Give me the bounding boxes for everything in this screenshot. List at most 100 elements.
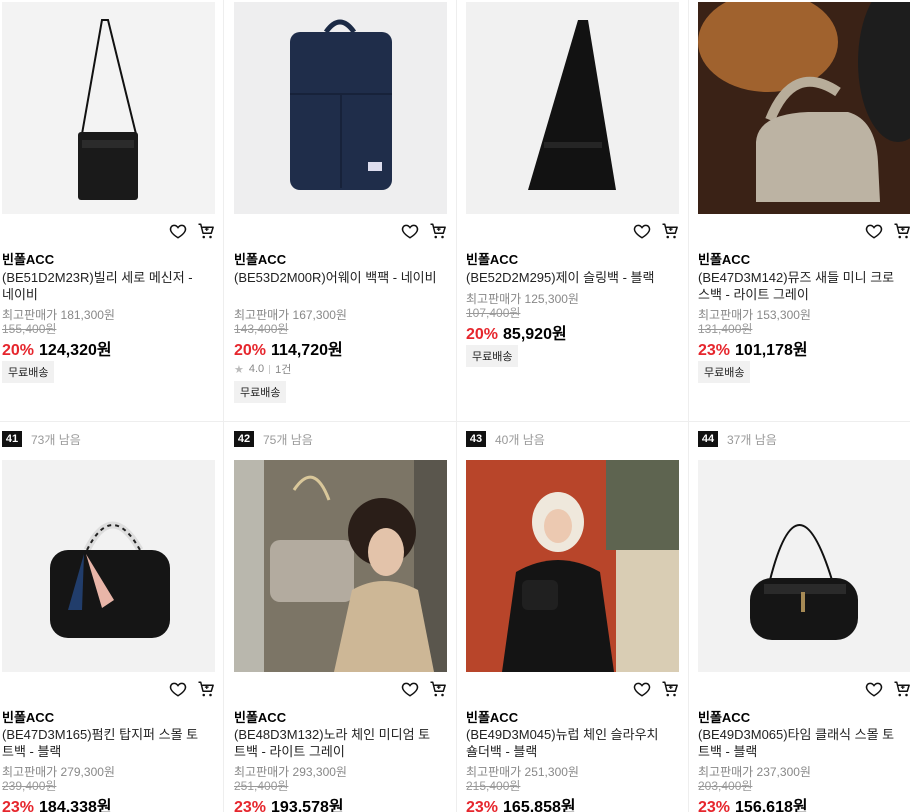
rank-badge: 44 [698,431,718,447]
free-shipping-badge: 무료배송 [234,381,287,403]
free-shipping-badge: 무료배송 [698,361,751,383]
free-shipping-badge: 무료배송 [2,361,55,383]
cart-icon[interactable] [197,222,215,240]
product-brand[interactable]: 빈폴ACC [2,707,54,726]
product-image[interactable] [698,460,910,672]
original-price: 155,400원 [2,322,57,336]
cart-icon[interactable] [197,680,215,698]
stock-remaining: 73개 남음 [31,432,81,447]
product-card[interactable]: 빈폴ACC (BE53D2M00R)어웨이 백팩 - 네이비 최고판매가 167… [234,0,447,420]
product-brand[interactable]: 빈폴ACC [234,249,286,268]
original-price: 251,400원 [234,779,289,793]
price-value: 85,920원 [503,326,567,343]
product-name[interactable]: (BE52D2M295)제이 슬링백 - 블랙 [466,269,671,286]
stock-remaining: 37개 남음 [727,432,777,447]
sale-price: 23% 156,618원 [698,793,808,812]
discount-rate: 20% [2,342,35,359]
product-brand[interactable]: 빈폴ACC [466,707,518,726]
heart-icon[interactable] [169,680,187,698]
sale-price: 20% 114,720원 [234,336,343,360]
product-brand[interactable]: 빈폴ACC [466,249,518,268]
original-price: 107,400원 [466,306,521,320]
product-actions [865,222,910,240]
product-card[interactable]: 빈폴ACC (BE51D2M23R)빌리 세로 메신저 - 네이비 최고판매가 … [2,0,215,420]
free-shipping-badge: 무료배송 [466,345,519,367]
heart-icon[interactable] [169,222,187,240]
product-brand[interactable]: 빈폴ACC [2,249,54,268]
product-card[interactable]: 43 40개 남음 빈폴ACC (BE49D3M045)뉴럽 체인 슬라우치 숄… [466,431,679,812]
product-card[interactable]: 빈폴ACC (BE52D2M295)제이 슬링백 - 블랙 최고판매가 125,… [466,0,679,420]
product-name[interactable]: (BE49D3M045)뉴럽 체인 슬라우치 숄더백 - 블랙 [466,726,671,760]
heart-icon[interactable] [401,680,419,698]
stock-remaining: 40개 남음 [495,432,545,447]
sale-price: 23% 101,178원 [698,336,808,360]
product-brand[interactable]: 빈폴ACC [698,707,750,726]
discount-rate: 23% [2,799,35,812]
product-name[interactable]: (BE47D3M165)펌킨 탑지퍼 스몰 토트백 - 블랙 [2,726,207,760]
rank-badge: 42 [234,431,254,447]
product-name[interactable]: (BE47D3M142)뮤즈 새들 미니 크로스백 - 라이트 그레이 [698,269,903,303]
product-brand[interactable]: 빈폴ACC [234,707,286,726]
product-grid: 빈폴ACC (BE51D2M23R)빌리 세로 메신저 - 네이비 최고판매가 … [0,0,910,812]
product-brand[interactable]: 빈폴ACC [698,249,750,268]
original-price: 203,400원 [698,779,753,793]
rank-row: 41 73개 남음 [2,431,81,447]
product-image[interactable] [466,460,679,672]
product-actions [633,222,679,240]
divider [269,364,271,374]
product-image[interactable] [234,2,447,214]
product-name[interactable]: (BE51D2M23R)빌리 세로 메신저 - 네이비 [2,269,207,303]
product-image[interactable] [234,460,447,672]
heart-icon[interactable] [633,222,651,240]
original-price: 215,400원 [466,779,521,793]
product-image[interactable] [2,2,215,214]
stock-remaining: 75개 남음 [263,432,313,447]
product-image[interactable] [2,460,215,672]
product-card[interactable]: 41 73개 남음 빈폴ACC (BE47D3M165)펌킨 탑지퍼 스몰 토트… [2,431,215,812]
product-actions [401,680,447,698]
sale-price: 23% 165,858원 [466,793,576,812]
product-image[interactable] [698,2,910,214]
cart-icon[interactable] [893,680,910,698]
heart-icon[interactable] [865,680,883,698]
price-value: 156,618원 [735,799,808,812]
discount-rate: 20% [466,326,499,343]
cart-icon[interactable] [429,222,447,240]
price-value: 114,720원 [271,342,343,359]
review-count[interactable]: 1건 [275,361,291,377]
product-name[interactable]: (BE48D3M132)노라 체인 미디엄 토트백 - 라이트 그레이 [234,726,439,760]
cart-icon[interactable] [661,680,679,698]
heart-icon[interactable] [401,222,419,240]
product-name[interactable]: (BE49D3M065)타임 클래식 스몰 토트백 - 블랙 [698,726,903,760]
product-actions [169,222,215,240]
cart-icon[interactable] [893,222,910,240]
product-card[interactable]: 44 37개 남음 빈폴ACC (BE49D3M065)타임 클래식 스몰 토트… [698,431,910,812]
sale-price: 20% 85,920원 [466,320,567,344]
rank-badge: 41 [2,431,22,447]
product-name[interactable]: (BE53D2M00R)어웨이 백팩 - 네이비 [234,269,439,286]
cart-icon[interactable] [661,222,679,240]
product-actions [633,680,679,698]
heart-icon[interactable] [633,680,651,698]
heart-icon[interactable] [865,222,883,240]
rank-row: 44 37개 남음 [698,431,777,447]
rank-badge: 43 [466,431,486,447]
cart-icon[interactable] [429,680,447,698]
product-image[interactable] [466,2,679,214]
divider [0,421,910,422]
original-price: 143,400원 [234,322,289,336]
price-value: 184,338원 [39,799,112,812]
divider [223,0,224,812]
price-value: 165,858원 [503,799,576,812]
rating-score: 4.0 [248,363,265,375]
star-icon: ★ [234,363,244,376]
product-actions [401,222,447,240]
product-card[interactable]: 빈폴ACC (BE47D3M142)뮤즈 새들 미니 크로스백 - 라이트 그레… [698,0,910,420]
rating: ★ 4.0 1건 [234,361,291,377]
discount-rate: 23% [466,799,499,812]
divider [688,0,689,812]
product-card[interactable]: 42 75개 남음 빈폴ACC (BE48D3M132)노라 체인 미디엄 토트… [234,431,447,812]
sale-price: 23% 193,578원 [234,793,344,812]
rank-row: 43 40개 남음 [466,431,545,447]
discount-rate: 20% [234,342,267,359]
